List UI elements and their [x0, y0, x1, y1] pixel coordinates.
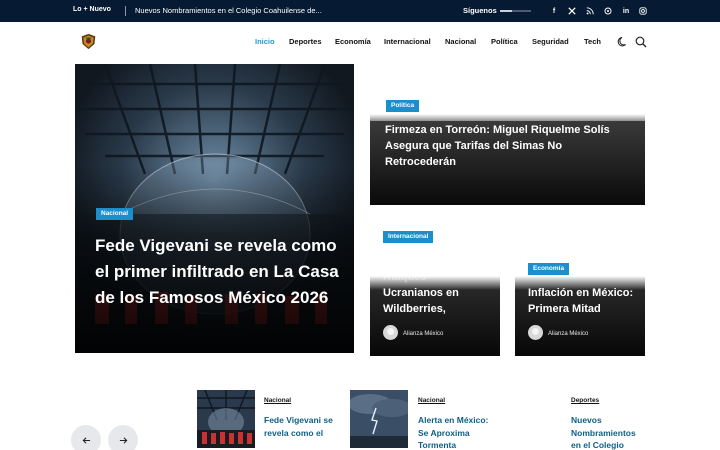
carousel-next-button[interactable] [108, 425, 138, 450]
rss-icon[interactable] [584, 5, 596, 17]
nav-item-economia[interactable]: Economía [335, 37, 371, 46]
carousel-item-2-title[interactable]: Alerta en México: Se Aproxima Tormenta [418, 414, 498, 450]
search-icon[interactable] [635, 35, 647, 48]
follow-label: Síguenos [463, 6, 497, 15]
featured-right-title[interactable]: Firmeza en Torreón: Miguel Riquelme Solí… [385, 122, 630, 170]
nav-item-tech[interactable]: Tech [584, 37, 601, 46]
nav-item-internacional[interactable]: Internacional [384, 37, 431, 46]
carousel-item-1-category[interactable]: Nacional [264, 397, 291, 404]
card-intl-title-ghost: Ataques [383, 271, 427, 283]
card-econ-author[interactable]: Alianza México [548, 331, 588, 337]
carousel-item-3-title[interactable]: Nuevos Nombramientos en el Colegio [571, 414, 646, 450]
news-ticker[interactable]: Nuevos Nombramientos en el Colegio Coahu… [135, 6, 322, 15]
top-bar: Lo + Nuevo Nuevos Nombramientos en el Co… [0, 0, 720, 22]
card-intl-title[interactable]: Ucranianos en Wildberries, [383, 285, 493, 317]
carousel-item-1-title[interactable]: Fede Vigevani se revela como el [264, 414, 344, 439]
linkedin-icon[interactable]: in [620, 5, 632, 17]
carousel-thumb-2[interactable] [350, 390, 408, 448]
topbar-divider [125, 6, 126, 16]
card-intl-category-badge[interactable]: Internacional [383, 231, 434, 243]
carousel-prev-button[interactable] [71, 425, 101, 450]
threads-icon[interactable] [602, 5, 614, 17]
latest-label: Lo + Nuevo [73, 6, 111, 13]
card-econ-title[interactable]: Inflación en México: Primera Mitad [528, 285, 638, 317]
follow-line [500, 10, 531, 12]
arrow-right-icon [119, 436, 127, 444]
nav-item-inicio[interactable]: Inicio [255, 37, 275, 46]
facebook-icon[interactable]: f [548, 5, 560, 17]
avatar [528, 325, 543, 340]
hero-title[interactable]: Fede Vigevani se revela como el primer i… [95, 233, 345, 311]
nav-item-deportes[interactable]: Deportes [289, 37, 322, 46]
nav-item-nacional[interactable]: Nacional [445, 37, 476, 46]
carousel-item-2-category[interactable]: Nacional [418, 397, 445, 404]
arrow-left-icon [82, 436, 90, 444]
avatar [383, 325, 398, 340]
x-icon[interactable] [566, 5, 578, 17]
carousel-thumb-1[interactable] [197, 390, 255, 448]
carousel-item-3-category[interactable]: Deportes [571, 397, 599, 404]
dark-mode-icon[interactable] [617, 35, 629, 47]
site-logo[interactable] [80, 33, 97, 50]
instagram-icon[interactable] [637, 5, 649, 17]
card-intl-author[interactable]: Alianza México [403, 331, 443, 337]
hero-category-badge[interactable]: Nacional [96, 208, 134, 220]
nav-item-seguridad[interactable]: Seguridad [532, 37, 569, 46]
nav-item-politica[interactable]: Política [491, 37, 518, 46]
featured-right-category-badge[interactable]: Política [386, 100, 420, 112]
card-econ-category-badge[interactable]: Economía [528, 263, 570, 275]
